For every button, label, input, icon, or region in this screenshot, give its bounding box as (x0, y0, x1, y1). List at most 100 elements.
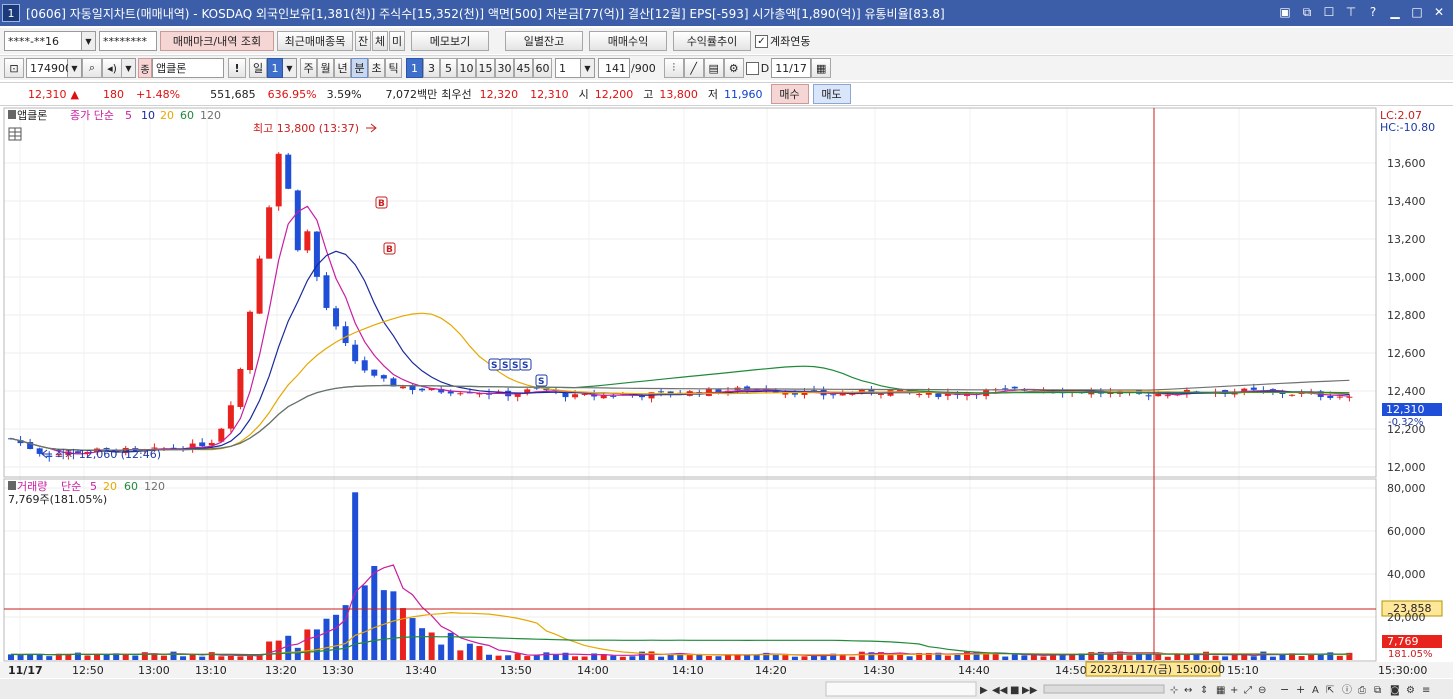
copy-icon[interactable]: ⧉ (1374, 685, 1381, 696)
volume-legend-ma20: 20 (103, 480, 117, 493)
grid-toggle-icon[interactable]: ▦ (1216, 685, 1225, 696)
pin-icon[interactable]: ⊤ (1343, 4, 1359, 20)
rewind-icon[interactable]: ◀◀ (992, 685, 1008, 696)
play-icon[interactable]: ▶ (980, 685, 988, 696)
calendar-icon[interactable]: ▦ (811, 58, 832, 78)
zoom-slider[interactable] (1043, 684, 1165, 694)
zoom-fit-icon[interactable]: ⤢ (1244, 685, 1252, 696)
close-icon[interactable]: ✕ (1431, 4, 1447, 20)
date-checkbox[interactable] (745, 61, 759, 75)
custom-interval-input[interactable]: 1 (555, 58, 581, 78)
zoom-in-icon[interactable]: + (1230, 685, 1238, 696)
buy-button[interactable]: 매수 (770, 84, 809, 104)
minute-60-button[interactable]: 60 (533, 58, 552, 78)
zoom-out-icon[interactable]: − (1280, 683, 1289, 696)
password-input[interactable]: ******** (99, 31, 157, 51)
info-icon[interactable]: ⓘ (1342, 684, 1352, 696)
pointer-icon[interactable]: ⇱ (1326, 685, 1334, 696)
account-link-checkbox[interactable]: ✓ (755, 34, 768, 48)
daily-balance-button[interactable]: 일별잔고 (505, 31, 583, 51)
volume-bar (466, 643, 473, 660)
day-dropdown-icon[interactable]: ▼ (283, 58, 297, 78)
code-dropdown-icon[interactable]: ▼ (68, 58, 82, 78)
return-trend-button[interactable]: 수익률추이 (673, 31, 751, 51)
volume-bar (648, 651, 655, 660)
zoom-plus-icon[interactable]: + (1296, 683, 1305, 696)
minute-10-button[interactable]: 10 (457, 58, 476, 78)
maximize-icon[interactable]: □ (1409, 4, 1425, 20)
minute-3-button[interactable]: 3 (423, 58, 440, 78)
vertical-scale-icon[interactable]: ⇕ (1200, 685, 1208, 696)
drawing-tool-icon[interactable]: ╱ (683, 58, 704, 78)
minute-45-button[interactable]: 45 (514, 58, 533, 78)
print-icon[interactable]: ⎙ (1358, 685, 1366, 696)
crosshair-icon[interactable]: ⊹ (1170, 685, 1178, 696)
alert-button[interactable]: ! (228, 58, 246, 78)
stop-icon[interactable]: ■ (1010, 685, 1019, 696)
speaker-dropdown-icon[interactable]: ▼ (122, 58, 136, 78)
restore-window-icon[interactable]: ⧉ (1299, 4, 1315, 20)
minimize-icon[interactable]: ▁ (1387, 4, 1403, 20)
mark-query-button[interactable]: 매매마크/내역 조회 (160, 31, 274, 51)
volume-bar (122, 654, 129, 660)
balance-button[interactable]: 잔 (355, 31, 371, 51)
volume-bar (1231, 654, 1238, 660)
window-number[interactable]: 1 (2, 4, 20, 22)
window-icon[interactable]: ☐ (1321, 4, 1337, 20)
layout-icon[interactable]: ▣ (1277, 4, 1293, 20)
minute-1-button[interactable]: 1 (406, 58, 423, 78)
scroll-track[interactable] (825, 681, 977, 697)
minute-5-button[interactable]: 5 (440, 58, 457, 78)
minute-15-button[interactable]: 15 (476, 58, 495, 78)
date-input[interactable]: 11/17 (771, 58, 812, 78)
period-minute-button[interactable]: 분 (351, 58, 368, 78)
forward-icon[interactable]: ▶▶ (1022, 685, 1038, 696)
chart-area[interactable]: 앱클론 종가 단순 5 10 20 60 120 거래량 단순 5 20 60 … (0, 107, 1453, 699)
period-year-button[interactable]: 년 (334, 58, 351, 78)
period-month-button[interactable]: 월 (317, 58, 334, 78)
candle-chart[interactable]: 앱클론 종가 단순 5 10 20 60 120 거래량 단순 5 20 60 … (0, 107, 1453, 699)
interval-dropdown-icon[interactable]: ▼ (581, 58, 595, 78)
camera-icon[interactable]: ◙ (1390, 685, 1400, 696)
menu-icon[interactable]: ≡ (1422, 685, 1430, 696)
period-day-button[interactable]: 일 (249, 58, 267, 78)
volume-bar (84, 655, 91, 660)
volume-bar (180, 656, 187, 660)
search-icon[interactable]: ⌕ (82, 58, 102, 78)
volume-bar (1241, 654, 1248, 660)
volume-bar (208, 652, 215, 660)
memo-button[interactable]: 메모보기 (411, 31, 489, 51)
sell-button[interactable]: 매도 (812, 84, 851, 104)
speaker-icon[interactable]: ◂) (102, 58, 122, 78)
volume-bar (964, 651, 970, 660)
legend-ma10: 10 (141, 109, 155, 122)
day-value-button[interactable]: 1 (267, 58, 283, 78)
period-week-button[interactable]: 주 (300, 58, 317, 78)
screen-icon[interactable]: ⊡ (4, 58, 24, 78)
trade-profit-button[interactable]: 매매수익 (589, 31, 667, 51)
minute-30-button[interactable]: 30 (495, 58, 514, 78)
stock-code-input[interactable]: 174900 (26, 58, 72, 78)
execution-button[interactable]: 체 (372, 31, 388, 51)
unfilled-button[interactable]: 미 (389, 31, 405, 51)
high-label: 고 (643, 88, 654, 101)
expand-icon[interactable]: ↔ (1184, 685, 1192, 696)
zoom-minimal-icon[interactable]: ⊖ (1258, 685, 1266, 696)
settings-icon[interactable]: ⚙ (1406, 685, 1415, 696)
recent-stocks-button[interactable]: 최근매매종목 (277, 31, 353, 51)
volume-bar (658, 656, 665, 660)
period-second-button[interactable]: 초 (368, 58, 385, 78)
stock-name-field[interactable]: 앱클론 (152, 58, 224, 78)
candle-type-icon[interactable]: ⫶ (663, 58, 684, 78)
save-icon[interactable]: ▤ (703, 58, 724, 78)
text-tool-icon[interactable]: A (1312, 685, 1319, 696)
gear-icon[interactable]: ⚙ (723, 58, 744, 78)
account-dropdown-icon[interactable]: ▼ (82, 31, 96, 51)
candle-body (830, 394, 837, 396)
help-icon[interactable]: ? (1365, 4, 1381, 20)
bar-count-input[interactable]: 141 (598, 58, 630, 78)
price-tick-label: 12,000 (1387, 461, 1426, 474)
period-tick-button[interactable]: 틱 (385, 58, 402, 78)
volume-bar (715, 656, 722, 660)
account-select[interactable]: ****-**16 (4, 31, 82, 51)
